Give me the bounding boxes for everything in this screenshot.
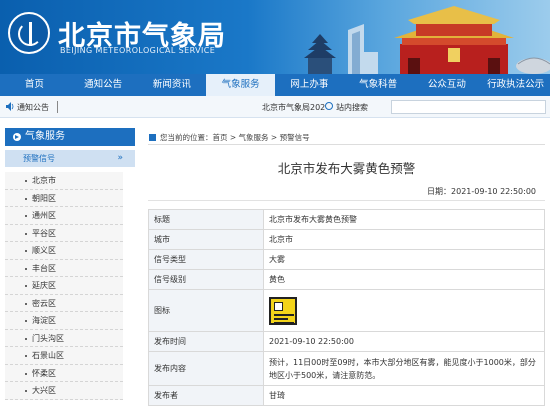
sidebar-item-chaoyang[interactable]: 朝阳区 [5, 189, 123, 207]
site-subtitle: BEIJING METEOROLOGICAL SERVICE [60, 46, 216, 55]
sidebar-item-fengtai[interactable]: 丰台区 [5, 259, 123, 277]
sidebar-header: 气象服务 [5, 128, 135, 146]
arrow-right-icon [13, 133, 21, 141]
search-icon [325, 102, 333, 110]
speaker-icon [6, 102, 14, 111]
table-row: 城市 北京市 [148, 229, 545, 250]
row-value: 北京市发布大雾黄色预警 [263, 209, 545, 230]
sidebar-item-miyun[interactable]: 密云区 [5, 294, 123, 312]
sidebar-item-yanqing[interactable]: 延庆区 [5, 277, 123, 295]
row-value: 北京市 [263, 229, 545, 250]
nav-home[interactable]: 首页 [0, 74, 69, 96]
home-icon [149, 134, 156, 141]
notice-label: 通知公告 [17, 103, 49, 112]
notice-scroll-text[interactable]: 北京市气象局202 [262, 102, 325, 113]
row-value [263, 289, 545, 332]
nav-online-services[interactable]: 网上办事 [275, 74, 344, 96]
table-row: 信号类型 大雾 [148, 249, 545, 270]
table-row: 图标 [148, 289, 545, 332]
table-row: 发布者 甘琦 [148, 385, 545, 406]
table-row: 信号级别 黄色 [148, 269, 545, 290]
row-key: 发布内容 [148, 351, 264, 386]
sidebar-item-haidian[interactable]: 海淀区 [5, 312, 123, 330]
row-value: 甘琦 [263, 385, 545, 406]
sidebar-section-label: 预警信号 [23, 154, 55, 163]
nav-interaction[interactable]: 公众互动 [413, 74, 482, 96]
beijing-skyline-illustration [304, 6, 550, 74]
sidebar-title: 气象服务 [25, 131, 65, 142]
cma-logo-icon[interactable] [8, 12, 50, 54]
row-key: 标题 [148, 209, 264, 230]
district-list: 北京市 朝阳区 通州区 平谷区 顺义区 丰台区 延庆区 密云区 海淀区 门头沟区… [5, 172, 135, 400]
notice-bar: 通知公告 北京市气象局202 站内搜索 [0, 96, 550, 118]
breadcrumb-text[interactable]: 您当前的位置：首页 > 气象服务 > 预警信号 [160, 133, 310, 142]
row-value: 黄色 [263, 269, 545, 290]
search-label: 站内搜索 [336, 103, 368, 112]
sidebar-item-shunyi[interactable]: 顺义区 [5, 242, 123, 260]
nav-law-enforcement[interactable]: 行政执法公示 [481, 74, 550, 96]
warning-details-table: 标题 北京市发布大雾黄色预警 城市 北京市 信号类型 大雾 信号级别 黄色 图标… [148, 209, 545, 406]
sidebar-item-tongzhou[interactable]: 通州区 [5, 207, 123, 225]
row-key: 图标 [148, 289, 264, 332]
row-key: 发布者 [148, 385, 264, 406]
nav-science[interactable]: 气象科普 [344, 74, 413, 96]
row-key: 发布时间 [148, 331, 264, 352]
sidebar-item-pinggu[interactable]: 平谷区 [5, 224, 123, 242]
publish-date: 日期：2021-09-10 22:50:00 [427, 187, 536, 196]
notice-divider [57, 101, 58, 113]
table-row: 标题 北京市发布大雾黄色预警 [148, 209, 545, 230]
row-key: 信号类型 [148, 249, 264, 270]
chevron-right-icon: » [117, 153, 123, 163]
row-value: 预计，11日00时至09时，本市大部分地区有雾，能见度小于1000米，部分地区小… [263, 351, 545, 386]
row-key: 信号级别 [148, 269, 264, 290]
breadcrumb: 您当前的位置：首页 > 气象服务 > 预警信号 [149, 132, 310, 143]
sidebar-item-beijing[interactable]: 北京市 [5, 172, 123, 190]
sidebar-item-shijingshan[interactable]: 石景山区 [5, 347, 123, 365]
page-title: 北京市发布大雾黄色预警 [277, 161, 416, 176]
row-value: 2021-09-10 22:50:00 [263, 331, 545, 352]
search-input[interactable] [391, 100, 546, 114]
nav-notices[interactable]: 通知公告 [69, 74, 138, 96]
site-banner: 北京市气象局 BEIJING METEOROLOGICAL SERVICE [0, 0, 550, 74]
row-value: 大雾 [263, 249, 545, 270]
sidebar-item-daxing[interactable]: 大兴区 [5, 382, 123, 400]
table-row: 发布时间 2021-09-10 22:50:00 [148, 331, 545, 352]
sidebar: 气象服务 预警信号 » 北京市 朝阳区 通州区 平谷区 顺义区 丰台区 延庆区 … [5, 128, 135, 410]
fog-warning-icon [269, 296, 297, 325]
nav-news[interactable]: 新闻资讯 [138, 74, 207, 96]
divider [148, 200, 545, 201]
divider [148, 144, 545, 145]
main-nav: 首页 通知公告 新闻资讯 气象服务 网上办事 气象科普 公众互动 行政执法公示 [0, 74, 550, 96]
sidebar-item-mentougou[interactable]: 门头沟区 [5, 329, 123, 347]
nav-weather-service[interactable]: 气象服务 [206, 74, 275, 96]
row-key: 城市 [148, 229, 264, 250]
table-row: 发布内容 预计，11日00时至09时，本市大部分地区有雾，能见度小于1000米，… [148, 351, 545, 386]
sidebar-section-warnings[interactable]: 预警信号 » [5, 150, 135, 167]
sidebar-item-huairou[interactable]: 怀柔区 [5, 364, 123, 382]
